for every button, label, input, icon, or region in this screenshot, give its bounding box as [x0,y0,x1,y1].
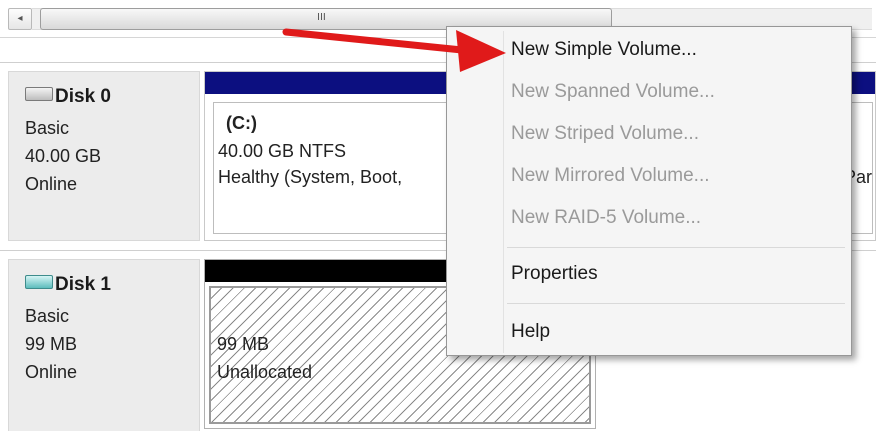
menu-item-new-mirrored-volume: New Mirrored Volume... [511,165,710,186]
removable-disk-icon [25,275,53,289]
disk-size: 99 MB [25,334,78,354]
disk-type: Basic [25,306,70,326]
volume-status: Healthy (System, Boot, [218,167,403,187]
unallocated-size: 99 MB [217,334,270,354]
menu-item-new-striped-volume: New Striped Volume... [511,123,699,144]
annotation-arrow [282,28,506,72]
volume-size-fs: 40.00 GB NTFS [218,141,347,161]
disk-title-0: Disk 0 [25,86,111,108]
unallocated-status: Unallocated [217,362,313,382]
menu-item-new-raid5-volume: New RAID-5 Volume... [511,207,702,228]
disk-name-label: Disk 1 [55,274,111,295]
disk-type: Basic [25,118,70,138]
disk-info-0[interactable]: Disk 0 Basic 40.00 GB Online [8,71,200,241]
disk-name-label: Disk 0 [55,86,111,107]
disk-size: 40.00 GB [25,146,102,166]
volume-label: (C:) [226,113,257,133]
disk-status: Online [25,174,78,194]
menu-item-help[interactable]: Help [451,315,847,349]
disk-status: Online [25,362,78,382]
scroll-left-arrow-icon[interactable]: ◂ [8,8,32,30]
disk-title-1: Disk 1 [25,274,111,296]
disk-info-1[interactable]: Disk 1 Basic 99 MB Online [8,259,200,431]
disk-drive-icon [25,87,53,101]
menu-item-properties[interactable]: Properties [451,257,847,291]
menu-separator [507,247,845,248]
menu-separator [507,303,845,304]
menu-item-new-spanned-volume: New Spanned Volume... [511,81,715,102]
